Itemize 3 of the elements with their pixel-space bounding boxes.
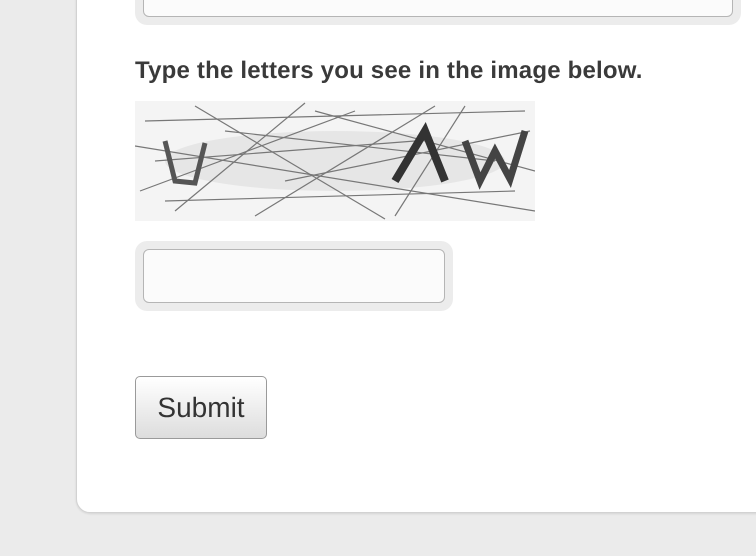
captcha-answer-field[interactable] — [135, 241, 453, 311]
captcha-instruction: Type the letters you see in the image below. — [135, 56, 644, 86]
submit-button[interactable]: Submit — [135, 376, 267, 439]
